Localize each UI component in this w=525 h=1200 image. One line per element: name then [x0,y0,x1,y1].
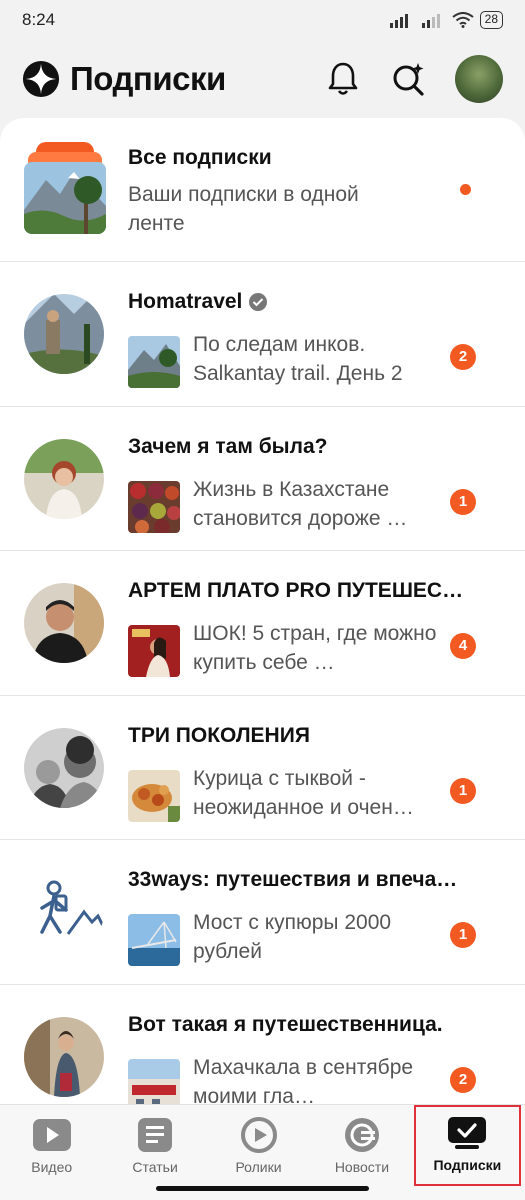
articles-icon [138,1118,173,1152]
post-thumbnail [128,625,180,677]
clips-icon [240,1117,277,1153]
nav-news-label: Новости [334,1159,390,1175]
post-title: Мост с купюры 2000 рублей [193,911,392,963]
channel-title: Зачем я там была? [128,434,328,458]
post-thumbnail [128,914,180,966]
post-title: Жизнь в Казахстане становится дороже … [193,477,408,530]
wifi-icon [452,12,474,28]
channel-title: Homatravel [128,290,478,314]
channel-row[interactable]: 33ways: путешествия и впеча… Мост с купю… [0,840,525,985]
channel-row[interactable]: Зачем я там была? Жизнь в Казахстане ста… [0,407,525,551]
status-bar: 8:24 28 [0,0,525,40]
channel-row[interactable]: Вот такая я путешественница. Махачкала в… [0,985,525,1105]
channel-avatar [24,727,104,808]
post-title: Курица с тыквой - неожиданное и очен… [193,766,414,819]
post-thumbnail [128,1058,180,1104]
post-title: Махачкала в сентябре моими гла… [193,1055,414,1105]
channel-row[interactable]: Homatravel По следам инков. Salkantay tr… [0,262,525,407]
verified-icon [249,293,268,312]
unread-badge: 2 [450,344,476,370]
search-icon [393,63,424,96]
nav-subscriptions-label: Подписки [433,1157,502,1173]
new-content-dot [460,184,471,195]
home-indicator[interactable] [156,1186,369,1191]
bell-icon [328,62,358,95]
header: Подписки [0,40,525,118]
signal-icon-2 [421,14,440,28]
nav-subscriptions[interactable]: Подписки [413,1105,522,1186]
channel-avatar [24,294,104,374]
profile-avatar[interactable] [455,55,503,103]
news-icon [344,1118,379,1152]
channel-title: ТРИ ПОКОЛЕНИЯ [128,723,310,747]
notifications-button[interactable] [323,59,363,99]
post-thumbnail [128,336,180,388]
unread-badge: 1 [450,488,476,515]
all-subscriptions-subtitle: Ваши подписки в одной ленте [128,183,359,235]
nav-articles-label: Статьи [132,1159,178,1175]
channel-avatar [24,872,104,952]
status-icons: 28 [389,11,503,29]
post-thumbnail [128,769,180,822]
header-actions [323,55,503,103]
unread-badge: 1 [450,922,476,948]
battery-icon: 28 [479,11,503,29]
channel-row[interactable]: ТРИ ПОКОЛЕНИЯ Курица с тыквой - неожидан… [0,696,525,840]
channel-row[interactable]: АРТЕМ ПЛАТО PRO ПУТЕШЕС… ШОК! 5 стран, г… [0,551,525,696]
nav-video[interactable]: Видео [0,1105,103,1200]
post-thumbnail [128,480,180,533]
unread-badge: 2 [450,1066,476,1093]
page-title: Подписки [70,60,226,97]
all-subscriptions-title: Все подписки [128,146,272,169]
channel-avatar [24,1016,104,1097]
video-icon [32,1119,71,1151]
channel-avatar [24,583,104,663]
dzen-logo-icon [22,60,60,98]
all-subscriptions-icon [24,142,106,254]
search-button[interactable] [389,59,429,99]
channel-avatar [24,438,104,519]
subscriptions-icon [448,1117,487,1149]
channel-title: Вот такая я путешественница. [128,1012,443,1036]
status-time: 8:24 [22,10,56,29]
post-title: ШОК! 5 стран, где можно купить себе … [193,622,437,674]
unread-badge: 4 [450,633,476,659]
unread-badge: 1 [450,777,476,804]
channel-title: 33ways: путешествия и впеча… [128,868,458,891]
nav-clips-label: Ролики [235,1159,282,1175]
post-title: По следам инков. Salkantay trail. День 2 [193,333,403,385]
subscription-list: Все подписки Ваши подписки в одной ленте… [0,118,525,1104]
all-subscriptions-item[interactable]: Все подписки Ваши подписки в одной ленте [0,118,525,262]
signal-icon [389,14,408,28]
channel-title: АРТЕМ ПЛАТО PRO ПУТЕШЕС… [128,579,464,602]
nav-video-label: Видео [31,1159,73,1175]
